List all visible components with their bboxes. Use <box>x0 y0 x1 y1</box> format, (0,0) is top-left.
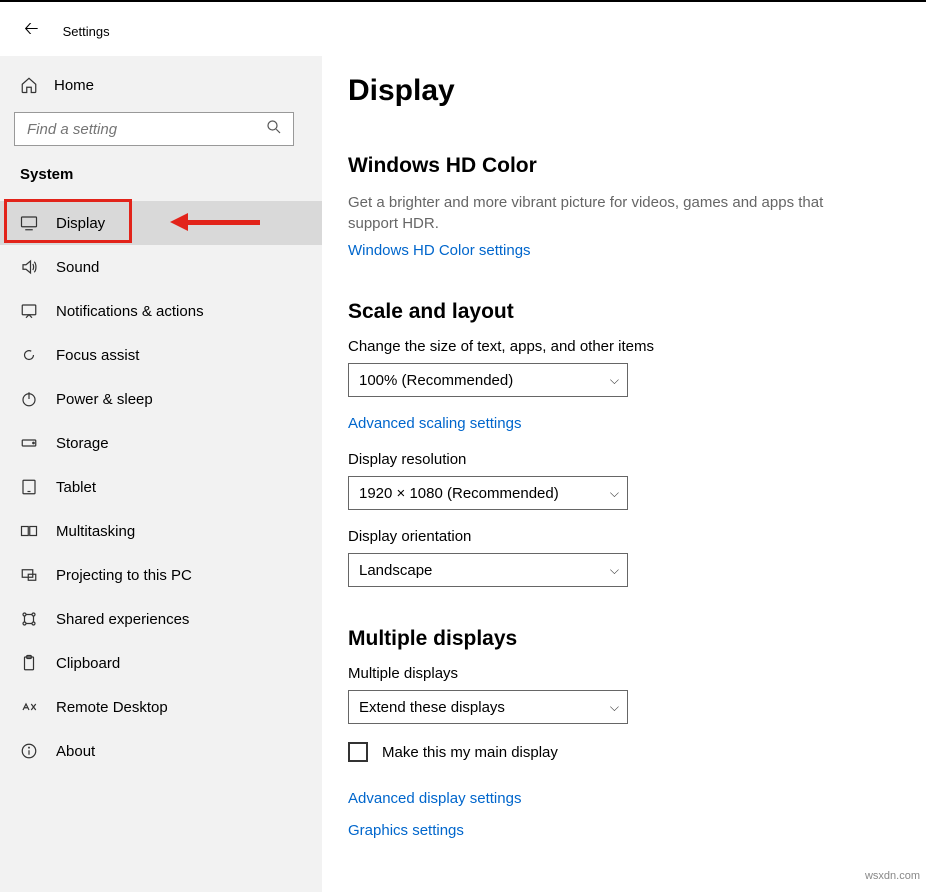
sidebar-item-label: Clipboard <box>56 655 120 672</box>
sidebar-item-shared-experiences[interactable]: Shared experiences <box>0 597 322 641</box>
multitasking-icon <box>20 522 38 540</box>
advanced-scaling-link[interactable]: Advanced scaling settings <box>348 415 521 432</box>
chevron-down-icon: ⌵ <box>610 486 619 501</box>
orientation-value: Landscape <box>359 562 432 579</box>
orientation-select[interactable]: Landscape ⌵ <box>348 553 628 587</box>
sidebar-item-clipboard[interactable]: Clipboard <box>0 641 322 685</box>
sidebar-item-display[interactable]: Display <box>0 201 322 245</box>
projecting-icon <box>20 566 38 584</box>
sidebar-item-label: Remote Desktop <box>56 699 168 716</box>
multiple-displays-heading: Multiple displays <box>348 627 906 651</box>
tablet-icon <box>20 478 38 496</box>
main-display-checkbox[interactable] <box>348 742 368 762</box>
sidebar-item-label: Storage <box>56 435 109 452</box>
sidebar-item-label: Notifications & actions <box>56 303 204 320</box>
annotation-arrow <box>170 213 260 231</box>
sidebar-item-power-sleep[interactable]: Power & sleep <box>0 377 322 421</box>
sidebar-item-storage[interactable]: Storage <box>0 421 322 465</box>
orientation-label: Display orientation <box>348 528 906 545</box>
page-title: Display <box>348 74 906 108</box>
text-size-value: 100% (Recommended) <box>359 372 513 389</box>
sidebar-item-label: About <box>56 743 95 760</box>
sidebar-item-home[interactable]: Home <box>0 66 322 104</box>
multiple-displays-value: Extend these displays <box>359 699 505 716</box>
resolution-value: 1920 × 1080 (Recommended) <box>359 485 559 502</box>
advanced-display-link[interactable]: Advanced display settings <box>348 790 521 807</box>
sidebar-item-label: Tablet <box>56 479 96 496</box>
storage-icon <box>20 434 38 452</box>
chevron-down-icon: ⌵ <box>610 563 619 578</box>
main-display-checkbox-label: Make this my main display <box>382 744 558 761</box>
chevron-down-icon: ⌵ <box>610 373 619 388</box>
text-size-label: Change the size of text, apps, and other… <box>348 338 906 355</box>
main-content: Display Windows HD Color Get a brighter … <box>322 56 926 892</box>
power-icon <box>20 390 38 408</box>
sidebar-item-label: Focus assist <box>56 347 139 364</box>
resolution-select[interactable]: 1920 × 1080 (Recommended) ⌵ <box>348 476 628 510</box>
hdr-settings-link[interactable]: Windows HD Color settings <box>348 242 531 259</box>
scale-heading: Scale and layout <box>348 300 906 324</box>
sidebar-item-label: Multitasking <box>56 523 135 540</box>
app-title: Settings <box>63 24 110 39</box>
shared-experiences-icon <box>20 610 38 628</box>
sidebar-item-remote-desktop[interactable]: Remote Desktop <box>0 685 322 729</box>
sidebar-item-label: Power & sleep <box>56 391 153 408</box>
remote-desktop-icon <box>20 698 38 716</box>
sidebar-item-label: Projecting to this PC <box>56 567 192 584</box>
about-icon <box>20 742 38 760</box>
sidebar-item-about[interactable]: About <box>0 729 322 773</box>
watermark: wsxdn.com <box>865 870 920 882</box>
search-icon <box>265 118 283 141</box>
notifications-icon <box>20 302 38 320</box>
sidebar-item-label: Display <box>56 215 105 232</box>
chevron-down-icon: ⌵ <box>610 700 619 715</box>
search-input[interactable] <box>14 112 294 146</box>
sidebar-item-notifications[interactable]: Notifications & actions <box>0 289 322 333</box>
sidebar: Home System Display So <box>0 56 322 892</box>
sidebar-item-tablet[interactable]: Tablet <box>0 465 322 509</box>
sound-icon <box>20 258 38 276</box>
home-icon <box>20 76 38 94</box>
sidebar-item-projecting[interactable]: Projecting to this PC <box>0 553 322 597</box>
home-label: Home <box>54 77 94 94</box>
hdr-heading: Windows HD Color <box>348 154 906 178</box>
clipboard-icon <box>20 654 38 672</box>
graphics-settings-link[interactable]: Graphics settings <box>348 822 464 839</box>
multiple-displays-select[interactable]: Extend these displays ⌵ <box>348 690 628 724</box>
sidebar-item-label: Shared experiences <box>56 611 189 628</box>
hdr-description: Get a brighter and more vibrant picture … <box>348 192 828 234</box>
back-button[interactable]: 🡠 <box>24 16 39 46</box>
sidebar-item-sound[interactable]: Sound <box>0 245 322 289</box>
focus-assist-icon <box>20 346 38 364</box>
sidebar-item-focus-assist[interactable]: Focus assist <box>0 333 322 377</box>
sidebar-item-label: Sound <box>56 259 99 276</box>
sidebar-item-multitasking[interactable]: Multitasking <box>0 509 322 553</box>
multiple-displays-label: Multiple displays <box>348 665 906 682</box>
resolution-label: Display resolution <box>348 451 906 468</box>
display-icon <box>20 214 38 232</box>
search-field[interactable] <box>25 120 265 139</box>
text-size-select[interactable]: 100% (Recommended) ⌵ <box>348 363 628 397</box>
sidebar-section-label: System <box>0 162 322 201</box>
